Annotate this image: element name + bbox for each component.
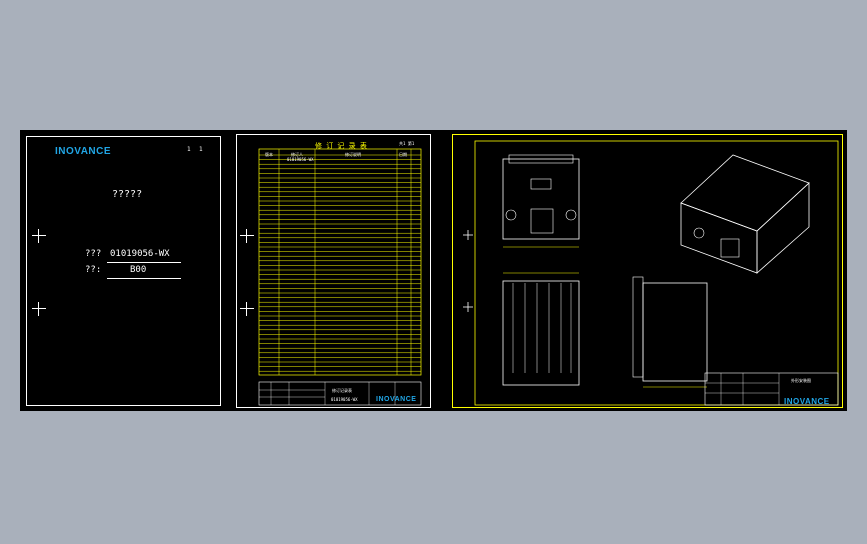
drawing-logo: INOVANCE — [784, 397, 830, 406]
front-view-panel — [530, 178, 552, 190]
revision-crosshair-upper — [240, 229, 254, 243]
cover-number-label: ??? — [85, 249, 102, 259]
front-view-outline — [502, 158, 580, 240]
outline-drawing — [463, 140, 839, 406]
revision-block-number: 01019056-WX — [331, 397, 358, 402]
front-view-port-right — [565, 209, 577, 221]
revision-crosshair-lower — [240, 302, 254, 316]
cover-version-underline — [107, 278, 181, 279]
revision-first-row-code: 01019056-WX — [287, 157, 314, 162]
cover-sheet: INOVANCE 1 1 ????? ??? 01019056-WX ??: B… — [26, 136, 221, 406]
front-view-connector — [530, 208, 554, 234]
cover-crosshair-lower — [32, 302, 46, 316]
revision-header-date: 日期 — [399, 152, 407, 157]
cover-version-label: ??: — [85, 265, 102, 275]
cover-number-value: 01019056-WX — [110, 249, 170, 259]
iso-view-port — [693, 227, 705, 239]
drawing-sheet: 外形安装图 INOVANCE — [452, 134, 843, 408]
revision-logo: INOVANCE — [376, 396, 417, 403]
cad-canvas[interactable]: INOVANCE 1 1 ????? ??? 01019056-WX ??: B… — [20, 130, 847, 411]
cover-title: ????? — [112, 189, 143, 200]
revision-table-border — [258, 148, 422, 376]
iso-view-top — [680, 154, 810, 232]
cover-number-underline — [107, 262, 181, 263]
revision-sheet: 修 订 记 录 表 共1 第1 版本 修订人 修订说明 日期 01019056-… — [236, 134, 431, 408]
cover-corner-b: 1 — [199, 146, 203, 153]
cover-crosshair-upper — [32, 229, 46, 243]
revision-header-notes: 修订说明 — [345, 152, 361, 157]
revision-grid — [258, 148, 422, 406]
side-view-outline — [502, 280, 580, 386]
iso-view-front — [680, 202, 758, 274]
revision-page-label: 共1 第1 — [399, 141, 415, 146]
drawing-block-name: 外形安装图 — [791, 378, 811, 383]
revision-header-version: 版本 — [265, 152, 273, 157]
revision-block-name: 修订记录表 — [332, 388, 352, 393]
profile-view-outline — [642, 282, 708, 382]
cover-corner-a: 1 — [187, 146, 191, 153]
cover-version-value: B00 — [130, 265, 147, 275]
iso-view-connector — [720, 238, 740, 258]
profile-view-flange — [632, 276, 644, 378]
cover-logo: INOVANCE — [55, 146, 112, 157]
revision-title: 修 订 记 录 表 — [315, 142, 367, 150]
iso-view-side — [756, 182, 810, 274]
front-view-port-left — [505, 209, 517, 221]
